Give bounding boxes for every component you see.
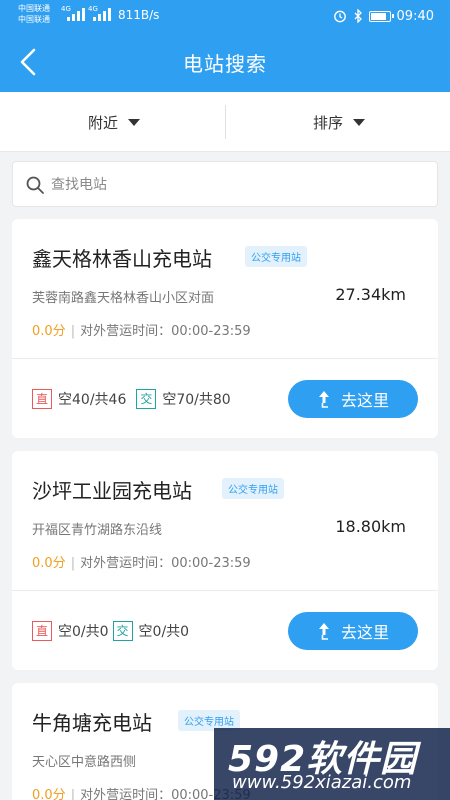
navigate-button[interactable]: 去这里 <box>288 612 418 650</box>
signal-icon <box>93 8 111 21</box>
station-name: 鑫天格林香山充电站 <box>32 247 212 271</box>
station-address: 开福区青竹湖路东沿线 <box>32 523 163 538</box>
status-time: 09:40 <box>396 8 434 24</box>
station-info: 0.0分 | 对外营运时间：00:00-23:59 <box>32 556 251 571</box>
status-right: 09:40 <box>333 6 434 26</box>
charger-slots: 直 空40/共46 交 空70/共80 <box>32 389 231 409</box>
caret-down-icon <box>128 118 141 126</box>
nearby-filter[interactable]: 附近 <box>88 92 141 152</box>
station-score: 0.0分 <box>32 788 66 800</box>
carrier-1: 中国联通 <box>18 4 50 13</box>
navigate-button-label: 去这里 <box>340 623 389 642</box>
charger-slots: 直 空0/共0 交 空0/共0 <box>32 621 189 641</box>
dc-badge: 直 <box>32 389 52 409</box>
filter-bar: 附近 排序 <box>0 92 450 152</box>
navigate-arrow-icon <box>318 623 329 640</box>
page-title: 电站搜索 <box>183 52 267 76</box>
sort-filter-label: 排序 <box>313 113 344 132</box>
signal-icon <box>67 8 85 21</box>
card-divider <box>12 358 438 359</box>
station-address: 天心区中意路西侧 <box>32 755 137 770</box>
dc-slots: 空40/共46 <box>58 392 127 408</box>
caret-down-icon <box>353 118 366 126</box>
watermark: 592软件园 www.592xiazai.com <box>214 728 450 800</box>
station-hours: 对外营运时间：00:00-23:59 <box>80 556 251 571</box>
station-card[interactable]: 沙坪工业园充电站 公交专用站 开福区青竹湖路东沿线 18.80km 0.0分 | 对… <box>12 451 438 670</box>
carrier-info: 中国联通 中国联通 <box>18 3 50 25</box>
battery-icon <box>368 10 394 22</box>
navigate-button[interactable]: 去这里 <box>288 380 418 418</box>
station-name: 沙坪工业园充电站 <box>32 479 192 503</box>
nearby-filter-label: 附近 <box>88 113 119 132</box>
dc-badge: 直 <box>32 621 52 641</box>
station-tag: 公交专用站 <box>245 246 307 267</box>
navigate-button-label: 去这里 <box>340 391 389 410</box>
filter-divider <box>225 105 226 139</box>
navigate-arrow-icon <box>318 391 329 408</box>
search-icon <box>26 176 44 194</box>
station-address: 芙蓉南路鑫天格林香山小区对面 <box>32 291 215 306</box>
title-bar: 电站搜索 <box>0 32 450 92</box>
station-name: 牛角塘充电站 <box>32 711 152 735</box>
ac-slots: 空0/共0 <box>138 624 190 640</box>
station-score: 0.0分 <box>32 556 66 571</box>
sort-filter[interactable]: 排序 <box>313 92 366 152</box>
carrier-2: 中国联通 <box>18 15 50 24</box>
search-input[interactable] <box>51 174 421 196</box>
station-hours: 对外营运时间：00:00-23:59 <box>80 324 251 339</box>
station-distance: 27.34km <box>335 285 406 304</box>
status-bar: 中国联通 中国联通 4G 4G 811B/s 09:40 <box>0 0 450 32</box>
watermark-url: www.592xiazai.com <box>232 772 412 793</box>
ac-badge: 交 <box>112 621 133 641</box>
station-info: 0.0分 | 对外营运时间：00:00-23:59 <box>32 324 251 339</box>
card-divider <box>12 590 438 591</box>
bluetooth-icon <box>354 9 362 23</box>
network-speed: 811B/s <box>118 8 160 22</box>
station-tag: 公交专用站 <box>222 478 284 499</box>
ac-badge: 交 <box>136 389 157 409</box>
search-box[interactable] <box>12 161 438 207</box>
alarm-icon <box>333 10 346 23</box>
station-distance: 18.80km <box>335 517 406 536</box>
station-card[interactable]: 鑫天格林香山充电站 公交专用站 芙蓉南路鑫天格林香山小区对面 27.34km 0… <box>12 219 438 438</box>
ac-slots: 空70/共80 <box>162 392 231 408</box>
dc-slots: 空0/共0 <box>58 624 109 640</box>
station-score: 0.0分 <box>32 324 66 339</box>
